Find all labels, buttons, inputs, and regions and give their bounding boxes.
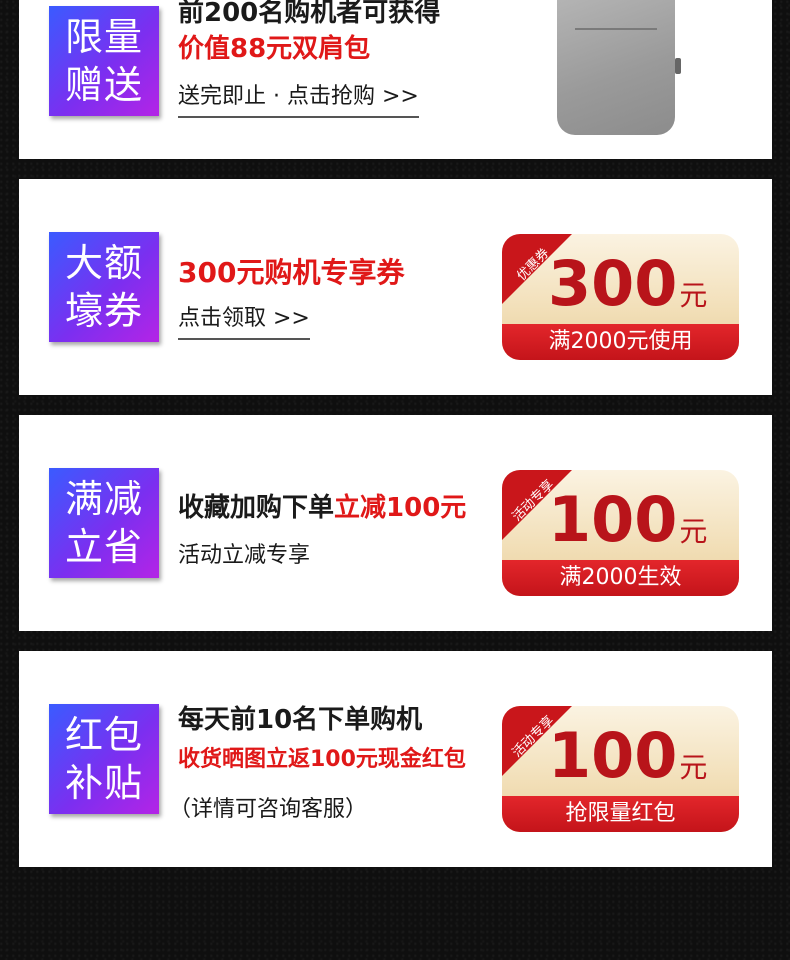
promo-card-redpacket: 红包 补贴 每天前10名下单购机 收货晒图立返100元现金红包 （详情可咨询客服… [19, 651, 772, 867]
coupon-unit: 元 [679, 751, 708, 784]
discount-headline: 收藏加购下单立减100元 [178, 487, 466, 524]
buy-now-link[interactable]: 送完即止 · 点击抢购 >> [178, 78, 419, 118]
tag-line: 大额 [64, 241, 143, 285]
promo-card-gift: 限量 赠送 前200名购机者可获得 价值88元双肩包 送完即止 · 点击抢购 >… [19, 0, 772, 159]
coupon-amount: 100元 [548, 482, 707, 570]
promo-card-discount: 满减 立省 收藏加购下单立减100元 活动立减专享 活动专享 100元 满200… [19, 415, 772, 631]
coupon-condition: 满2000元使用 [502, 324, 739, 360]
tag-line: 红包 [64, 713, 143, 757]
coupon-300[interactable]: 优惠券 300元 满2000元使用 [502, 234, 739, 360]
discount-subtext: 活动立减专享 [178, 543, 311, 568]
coupon-condition: 抢限量红包 [502, 796, 739, 832]
claim-link[interactable]: 点击领取 >> [178, 300, 310, 340]
backpack-image [557, 0, 681, 135]
coupon-amount: 100元 [548, 718, 707, 806]
coupon-amount: 300元 [548, 246, 707, 334]
coupon-unit: 元 [679, 515, 708, 548]
coupon-amount-value: 300 [548, 247, 678, 320]
redpacket-headline: 每天前10名下单购机 [178, 705, 423, 735]
gift-value: 价值88元双肩包 [178, 34, 371, 64]
coupon-amount-value: 100 [548, 719, 678, 792]
coupon-100-discount[interactable]: 活动专享 100元 满2000生效 [502, 470, 739, 596]
tag-line: 壕券 [64, 289, 143, 333]
tag-line: 补贴 [64, 761, 143, 805]
coupon-100-redpacket[interactable]: 活动专享 100元 抢限量红包 [502, 706, 739, 832]
promo-tag: 大额 壕券 [49, 232, 159, 342]
promo-tag: 满减 立省 [49, 468, 159, 578]
gift-headline: 前200名购机者可获得 [178, 0, 441, 28]
redpacket-offer: 收货晒图立返100元现金红包 [178, 747, 466, 772]
tag-line: 赠送 [64, 63, 143, 107]
tag-line: 限量 [64, 15, 143, 59]
coupon-unit: 元 [679, 279, 708, 312]
tag-line: 满减 [64, 477, 143, 521]
discount-amount-text: 立减100元 [334, 493, 467, 523]
coupon-condition: 满2000生效 [502, 560, 739, 596]
tag-line: 立省 [64, 525, 143, 569]
coupon-headline: 300元购机专享券 [178, 256, 405, 289]
promo-card-coupon: 大额 壕券 300元购机专享券 点击领取 >> 优惠券 300元 满2000元使… [19, 179, 772, 395]
promo-tag: 红包 补贴 [49, 704, 159, 814]
discount-headline-text: 收藏加购下单 [178, 493, 335, 523]
redpacket-note: （详情可咨询客服） [169, 797, 368, 822]
coupon-amount-value: 100 [548, 483, 678, 556]
promo-tag: 限量 赠送 [49, 6, 159, 116]
